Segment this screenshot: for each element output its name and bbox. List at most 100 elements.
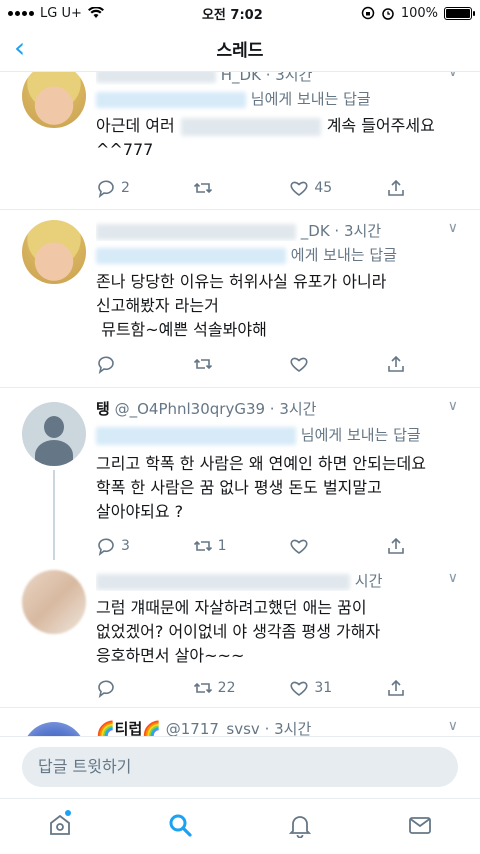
share-icon bbox=[388, 537, 404, 554]
tweet-handle-time: @_O4Phnl30qryG39 · 3시간 bbox=[114, 400, 317, 418]
tweet-header: H_DK · 3시간 bbox=[96, 72, 436, 85]
tweet-header: 시간 bbox=[96, 570, 436, 591]
retweet-icon bbox=[193, 682, 212, 694]
tweet-text: 그리고 학폭 한 사람은 왜 연예인 하면 안되는데요 학폭 한 사람은 꿈 없… bbox=[96, 454, 427, 521]
tweet-actions: 2 45 bbox=[96, 178, 406, 198]
heart-icon bbox=[290, 357, 308, 372]
retweet-button[interactable] bbox=[193, 178, 263, 198]
tweet-header: 🌈티럽🌈 @1717_svsv · 3시간 bbox=[96, 718, 436, 736]
blurred-name bbox=[96, 223, 296, 240]
tweet[interactable]: _DK · 3시간 ∨ 에게 보내는 답글 존나 당당한 이유는 허위사실 유포… bbox=[0, 210, 480, 388]
page-title: 스레드 bbox=[216, 41, 264, 61]
reply-icon bbox=[98, 356, 114, 374]
thread-feed[interactable]: H_DK · 3시간 ∨ 님에게 보내는 답글 아근데 여러 계속 들어주세요 ^… bbox=[0, 72, 480, 736]
share-icon bbox=[388, 679, 404, 696]
like-button[interactable] bbox=[289, 354, 359, 374]
tab-bar bbox=[0, 798, 480, 854]
tweet-handle-time: H_DK · 3시간 bbox=[220, 72, 313, 84]
avatar[interactable] bbox=[22, 72, 86, 128]
tweet-handle-time: _DK · 3시간 bbox=[300, 222, 382, 240]
tweet-actions bbox=[96, 354, 406, 374]
avatar-default[interactable] bbox=[22, 402, 86, 466]
like-count: 45 bbox=[314, 180, 333, 196]
back-chevron-icon[interactable]: ‹ bbox=[14, 34, 25, 62]
reply-icon bbox=[98, 180, 114, 198]
retweet-icon bbox=[193, 358, 212, 370]
chevron-down-icon[interactable]: ∨ bbox=[448, 718, 458, 734]
display-name: 🌈티럽🌈 bbox=[96, 720, 161, 736]
blurred-handle bbox=[96, 91, 246, 108]
retweet-button[interactable] bbox=[193, 354, 263, 374]
blurred-handle bbox=[96, 426, 296, 445]
share-button[interactable] bbox=[386, 536, 406, 556]
tweet-text-part: 아근데 여러 bbox=[96, 116, 175, 135]
like-count: 31 bbox=[314, 680, 333, 696]
tweet-handle-time: @1717_svsv · 3시간 bbox=[165, 720, 312, 736]
tweet[interactable]: 🌈티럽🌈 @1717_svsv · 3시간 ∨ bbox=[0, 708, 480, 736]
blurred-text bbox=[180, 117, 321, 136]
tab-search[interactable] bbox=[167, 812, 193, 842]
retweet-icon bbox=[193, 182, 212, 194]
tweet[interactable]: 시간 ∨ 그럼 걔때문에 자살하려고했던 애는 꿈이 없었겠어? 어이없네 야 … bbox=[0, 556, 480, 708]
reply-button[interactable] bbox=[96, 678, 166, 698]
blurred-handle bbox=[96, 247, 286, 264]
tweet[interactable]: 탱 @_O4Phnl30qryG39 · 3시간 ∨ 님에게 보내는 답글 그리… bbox=[0, 388, 480, 560]
tweet-header: 탱 @_O4Phnl30qryG39 · 3시간 bbox=[96, 398, 436, 419]
tab-home[interactable] bbox=[47, 809, 73, 842]
chevron-down-icon[interactable]: ∨ bbox=[448, 570, 458, 586]
status-bar: LG U+ 오전 7:02 100% bbox=[0, 0, 480, 26]
reply-button[interactable]: 2 bbox=[96, 178, 166, 198]
reply-label: 에게 보내는 답글 bbox=[290, 246, 397, 264]
avatar-blurred[interactable] bbox=[22, 570, 86, 634]
like-button[interactable]: 31 bbox=[289, 678, 359, 698]
retweet-icon bbox=[193, 540, 212, 552]
thread-line bbox=[53, 470, 55, 560]
new-indicator-dot bbox=[65, 809, 71, 816]
retweet-button[interactable]: 1 bbox=[193, 536, 263, 556]
reply-composer: 답글 트윗하기 bbox=[0, 736, 480, 798]
chevron-down-icon[interactable]: ∨ bbox=[448, 220, 458, 236]
share-button[interactable] bbox=[386, 354, 406, 374]
retweet-button[interactable]: 22 bbox=[193, 678, 263, 698]
clock: 오전 7:02 bbox=[201, 7, 263, 23]
reply-context: 님에게 보내는 답글 bbox=[96, 424, 421, 445]
alarm-icon bbox=[382, 8, 394, 20]
like-button[interactable] bbox=[289, 536, 359, 556]
reply-input[interactable]: 답글 트윗하기 bbox=[22, 747, 458, 787]
chevron-down-icon[interactable]: ∨ bbox=[448, 72, 458, 80]
avatar[interactable] bbox=[22, 220, 86, 284]
tweet-handle-time: 시간 bbox=[354, 572, 383, 590]
tweet-text: 그럼 걔때문에 자살하려고했던 애는 꿈이 없었겠어? 어이없네 야 생각좀 평… bbox=[96, 598, 381, 665]
reply-context: 에게 보내는 답글 bbox=[96, 244, 397, 265]
retweet-count: 1 bbox=[217, 538, 227, 554]
reply-icon bbox=[98, 680, 114, 698]
share-icon bbox=[388, 179, 404, 196]
signal-icon bbox=[8, 10, 34, 16]
reply-context: 님에게 보내는 답글 bbox=[96, 88, 371, 109]
avatar[interactable] bbox=[22, 722, 86, 736]
battery-icon bbox=[444, 6, 475, 20]
share-button[interactable] bbox=[386, 678, 406, 698]
bell-icon bbox=[288, 815, 312, 838]
share-icon bbox=[388, 355, 404, 372]
rotation-lock-icon bbox=[361, 6, 375, 20]
retweet-count: 22 bbox=[217, 680, 236, 696]
heart-icon bbox=[290, 681, 308, 696]
reply-button[interactable] bbox=[96, 354, 166, 374]
chevron-down-icon[interactable]: ∨ bbox=[448, 398, 458, 414]
tab-notifications[interactable] bbox=[287, 812, 313, 842]
display-name: 탱 bbox=[96, 400, 110, 418]
tweet-header: _DK · 3시간 bbox=[96, 220, 436, 241]
reply-count: 3 bbox=[121, 538, 130, 554]
like-button[interactable]: 45 bbox=[289, 178, 359, 198]
envelope-icon bbox=[409, 816, 431, 834]
tweet[interactable]: H_DK · 3시간 ∨ 님에게 보내는 답글 아근데 여러 계속 들어주세요 ^… bbox=[0, 72, 480, 210]
heart-icon bbox=[290, 539, 308, 554]
share-button[interactable] bbox=[386, 178, 406, 198]
reply-button[interactable]: 3 bbox=[96, 536, 166, 556]
carrier-label: LG U+ bbox=[40, 5, 82, 21]
search-icon bbox=[169, 814, 192, 837]
reply-label: 님에게 보내는 답글 bbox=[300, 426, 421, 444]
tab-messages[interactable] bbox=[407, 812, 433, 842]
tweet-text: 아근데 여러 계속 들어주세요 ^^777 bbox=[96, 114, 460, 162]
